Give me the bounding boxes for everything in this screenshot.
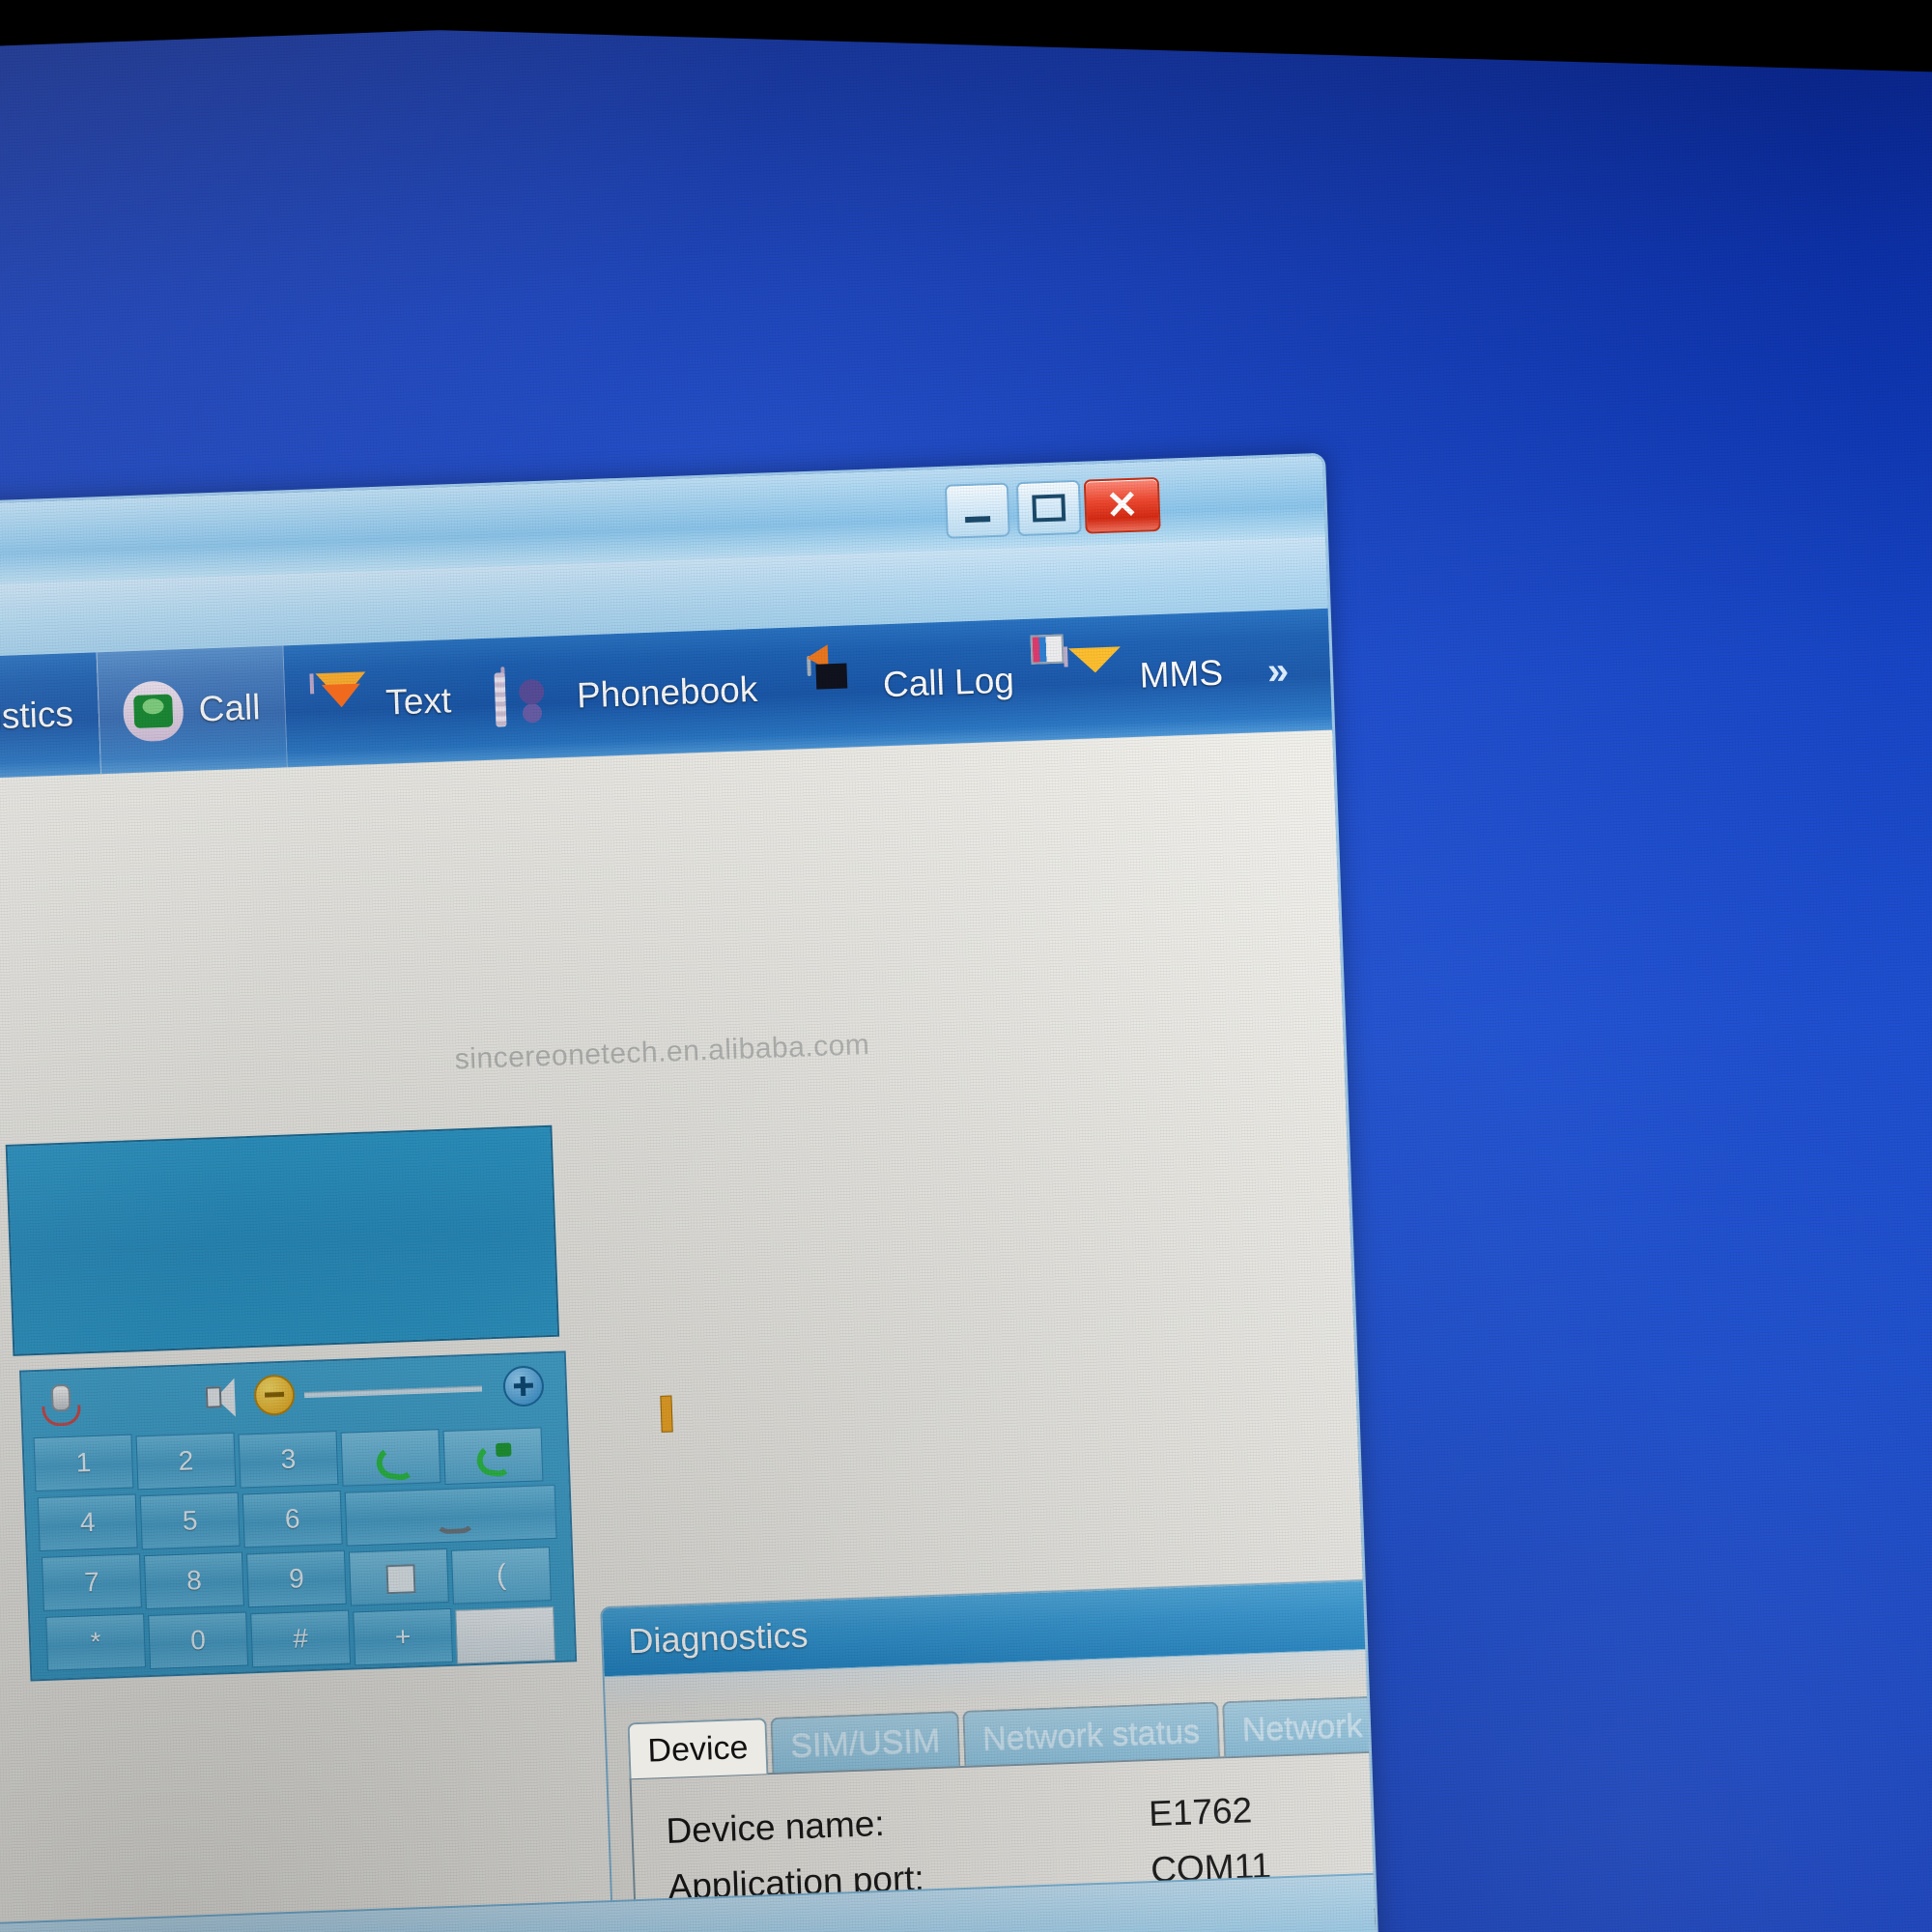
mobile-partner-window: ✕ Help Statistics Call Text xyxy=(0,452,1382,1932)
key-4[interactable]: 4 xyxy=(37,1493,138,1552)
key-3[interactable]: 3 xyxy=(238,1430,339,1489)
call-log-icon xyxy=(806,655,868,718)
maximize-button[interactable] xyxy=(1015,479,1082,537)
key-8[interactable]: 8 xyxy=(143,1551,244,1610)
key-hash[interactable]: # xyxy=(250,1609,352,1668)
speaker-icon[interactable] xyxy=(201,1376,241,1417)
key-plus[interactable]: + xyxy=(353,1607,454,1666)
key-5[interactable]: 5 xyxy=(139,1492,241,1550)
toolbar-item-phonebook[interactable]: Phonebook xyxy=(474,628,785,760)
value-device-name: E1762 xyxy=(1148,1790,1253,1834)
volume-slider[interactable] xyxy=(304,1385,673,1433)
toolbar-item-mms[interactable]: MMS xyxy=(1037,611,1251,741)
paren-button[interactable]: ( xyxy=(450,1547,552,1605)
tab-network-settings[interactable]: Network settings xyxy=(1221,1690,1382,1758)
microphone-icon[interactable] xyxy=(36,1381,82,1426)
toolbar-label-call: Call xyxy=(197,687,262,729)
toolbar-item-call-log[interactable]: Call Log xyxy=(781,618,1041,749)
minimize-button[interactable] xyxy=(944,482,1010,539)
paren-icon: ( xyxy=(496,1558,507,1592)
mms-envelope-icon xyxy=(1063,646,1125,708)
key-blank[interactable] xyxy=(455,1606,556,1664)
dial-keypad: 1 2 3 4 5 6 7 8 9 (* 0 # + xyxy=(29,1417,571,1676)
contacts-button[interactable] xyxy=(348,1548,449,1606)
watermark-text: sincereonetech.en.alibaba.com xyxy=(454,1028,870,1076)
window-client-area: sincereonetech.en.alibaba.com 1 2 3 4 5 … xyxy=(0,729,1382,1932)
toolbar-label-call-log: Call Log xyxy=(882,660,1015,705)
key-0[interactable]: 0 xyxy=(148,1611,249,1670)
end-call-button[interactable] xyxy=(344,1484,557,1547)
video-call-icon xyxy=(476,1441,510,1471)
key-7[interactable]: 7 xyxy=(41,1553,142,1611)
key-star[interactable]: * xyxy=(45,1613,147,1671)
volume-up-icon[interactable] xyxy=(502,1365,545,1407)
voice-call-icon xyxy=(374,1442,408,1472)
call-display-area xyxy=(5,1124,560,1356)
toolbar-label-mms: MMS xyxy=(1138,652,1224,696)
maximize-icon xyxy=(1032,494,1066,523)
end-call-icon xyxy=(434,1500,468,1530)
video-call-button[interactable] xyxy=(442,1427,544,1485)
monitor-photo: ✕ Help Statistics Call Text xyxy=(0,0,1932,1932)
toolbar-item-text[interactable]: Text xyxy=(283,639,478,767)
tab-network-status[interactable]: Network status xyxy=(962,1701,1220,1767)
tab-device[interactable]: Device xyxy=(627,1718,769,1779)
toolbar-label-text: Text xyxy=(384,680,452,723)
screen-surface: ✕ Help Statistics Call Text xyxy=(0,0,1932,1932)
volume-down-icon[interactable] xyxy=(253,1374,296,1416)
dialer-panel: 1 2 3 4 5 6 7 8 9 (* 0 # + xyxy=(19,1350,673,1682)
label-device-name: Device name: xyxy=(665,1803,886,1851)
tab-sim-usim[interactable]: SIM/USIM xyxy=(770,1711,961,1775)
green-phone-icon xyxy=(122,680,185,743)
key-9[interactable]: 9 xyxy=(245,1549,347,1608)
toolbar-item-statistics[interactable]: Statistics xyxy=(0,652,100,783)
close-icon: ✕ xyxy=(1105,483,1140,527)
envelope-icon xyxy=(309,673,371,735)
key-6[interactable]: 6 xyxy=(242,1490,343,1548)
key-1[interactable]: 1 xyxy=(33,1434,134,1492)
contact-book-icon xyxy=(499,667,562,728)
call-button[interactable] xyxy=(340,1429,441,1487)
toolbar-overflow-icon[interactable]: » xyxy=(1247,648,1309,694)
toolbar-label-phonebook: Phonebook xyxy=(576,668,758,716)
toolbar-item-call[interactable]: Call xyxy=(96,645,288,775)
minimize-icon xyxy=(965,516,991,524)
key-2[interactable]: 2 xyxy=(135,1432,237,1491)
toolbar-label-statistics: Statistics xyxy=(0,694,74,739)
contacts-icon xyxy=(382,1562,415,1592)
close-button[interactable]: ✕ xyxy=(1083,476,1161,534)
volume-slider-thumb[interactable] xyxy=(660,1395,673,1433)
